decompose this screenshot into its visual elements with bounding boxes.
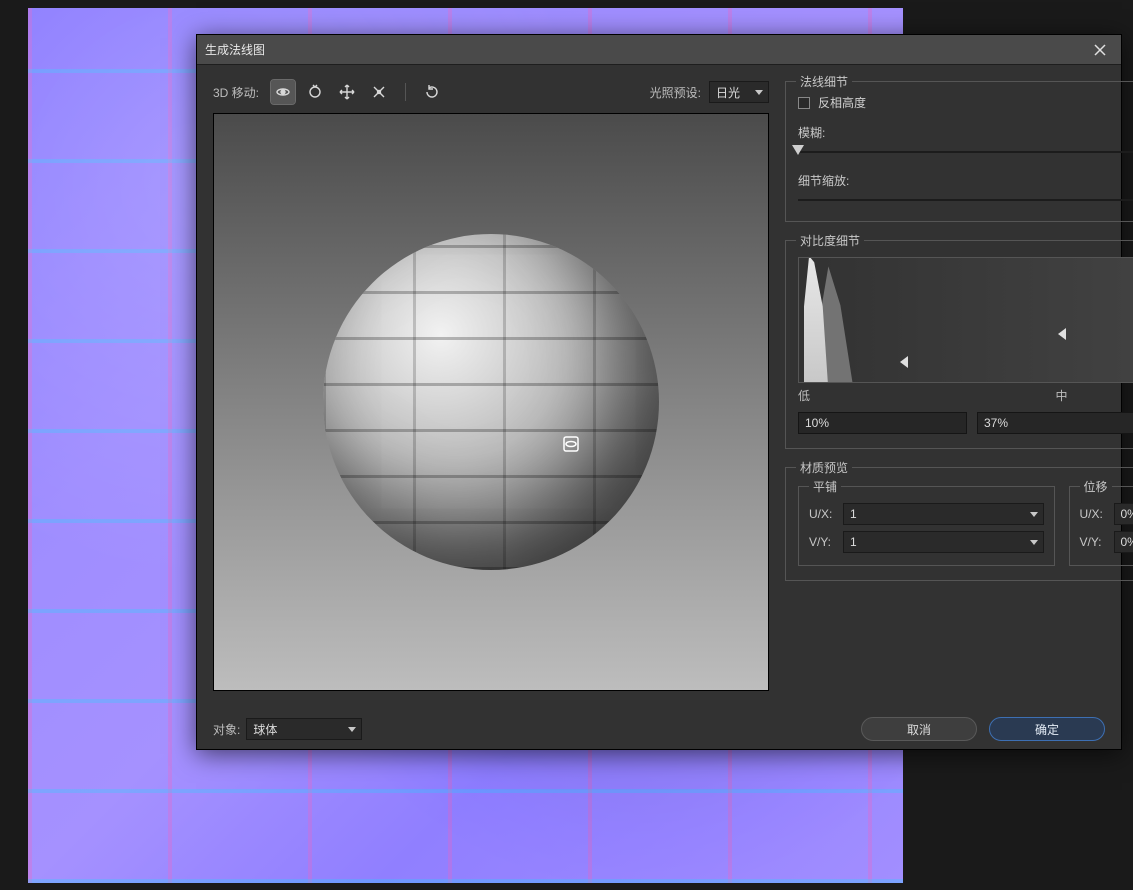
orbit-tool-button[interactable]	[271, 80, 295, 104]
orbit-icon	[275, 84, 291, 100]
contrast-detail-legend: 对比度细节	[796, 232, 864, 249]
offset-vy-value: 0%	[1121, 535, 1133, 549]
upper-area: 3D 移动:	[213, 77, 1105, 691]
dialog-body: 3D 移动:	[197, 65, 1121, 749]
left-column: 3D 移动:	[213, 77, 769, 691]
roll-tool-button[interactable]	[303, 80, 327, 104]
toolbar-divider	[405, 83, 406, 101]
ok-button[interactable]: 确定	[989, 717, 1105, 741]
object-value: 球体	[253, 721, 277, 738]
tiling-ux-select[interactable]: 1	[843, 503, 1044, 525]
slide-icon	[371, 84, 387, 100]
pan-icon	[339, 84, 355, 100]
invert-height-checkbox[interactable]	[798, 97, 810, 109]
normal-detail-legend: 法线细节	[796, 73, 852, 90]
cancel-button[interactable]: 取消	[861, 717, 977, 741]
offset-vy-label: V/Y:	[1080, 535, 1108, 549]
dialog-title: 生成法线图	[205, 41, 265, 58]
3d-preview-viewport[interactable]	[213, 113, 769, 691]
preview-sphere	[323, 234, 659, 570]
offset-ux-value: 0%	[1121, 507, 1133, 521]
histogram-marker[interactable]	[900, 356, 908, 368]
object-select[interactable]: 球体	[246, 718, 362, 740]
invert-height-label: 反相高度	[818, 94, 866, 111]
offset-legend: 位移	[1080, 478, 1112, 495]
contrast-low-label: 低	[798, 387, 810, 404]
pan-tool-button[interactable]	[335, 80, 359, 104]
normal-detail-fieldset: 法线细节 反相高度 模糊: 细节缩放:	[785, 81, 1133, 222]
3d-toolbar: 3D 移动:	[213, 77, 769, 107]
tiling-legend: 平铺	[809, 478, 841, 495]
close-icon	[1094, 44, 1106, 56]
offset-ux-select[interactable]: 0%	[1114, 503, 1133, 525]
reset-icon	[424, 84, 440, 100]
offset-subfield: 位移 U/X: 0% V/Y: 0%	[1069, 486, 1133, 566]
offset-vy-select[interactable]: 0%	[1114, 531, 1133, 553]
lighting-preset-select[interactable]: 日光	[709, 81, 769, 103]
offset-ux-label: U/X:	[1080, 507, 1108, 521]
material-preview-fieldset: 材质预览 平铺 U/X: 1 V/Y: 1	[785, 467, 1133, 581]
orbit-cursor-icon	[561, 434, 581, 454]
object-label: 对象:	[213, 721, 240, 738]
invert-height-row: 反相高度	[798, 94, 1133, 111]
tiling-ux-label: U/X:	[809, 507, 837, 521]
tiling-vy-label: V/Y:	[809, 535, 837, 549]
contrast-histogram[interactable]	[798, 257, 1133, 383]
reset-view-button[interactable]	[420, 80, 444, 104]
histogram-marker[interactable]	[1058, 328, 1066, 340]
titlebar: 生成法线图	[197, 35, 1121, 65]
blur-slider[interactable]	[798, 145, 1133, 159]
material-preview-legend: 材质预览	[796, 459, 852, 476]
slider-track	[798, 199, 1133, 201]
right-column: 法线细节 反相高度 模糊: 细节缩放:	[785, 77, 1133, 691]
tiling-ux-value: 1	[850, 507, 857, 521]
blur-label: 模糊:	[798, 124, 825, 141]
detail-scale-slider[interactable]	[798, 193, 1133, 207]
dialog-footer: 对象: 球体 取消 确定	[213, 701, 1105, 741]
contrast-mid-input[interactable]	[977, 412, 1133, 434]
detail-scale-label: 细节缩放:	[798, 172, 849, 189]
slider-track	[798, 151, 1133, 153]
3d-move-label: 3D 移动:	[213, 84, 259, 101]
tiling-subfield: 平铺 U/X: 1 V/Y: 1	[798, 486, 1055, 566]
slide-tool-button[interactable]	[367, 80, 391, 104]
generate-normal-map-dialog: 生成法线图 3D 移动:	[196, 34, 1122, 750]
tiling-vy-select[interactable]: 1	[843, 531, 1044, 553]
slider-thumb[interactable]	[792, 145, 804, 155]
tiling-vy-value: 1	[850, 535, 857, 549]
contrast-low-input[interactable]	[798, 412, 967, 434]
lighting-preset-value: 日光	[716, 84, 740, 101]
roll-icon	[307, 84, 323, 100]
contrast-detail-fieldset: 对比度细节 低 中 高	[785, 240, 1133, 449]
contrast-mid-label: 中	[1055, 387, 1067, 404]
lighting-preset-label: 光照预设:	[650, 84, 701, 101]
close-button[interactable]	[1087, 39, 1113, 61]
